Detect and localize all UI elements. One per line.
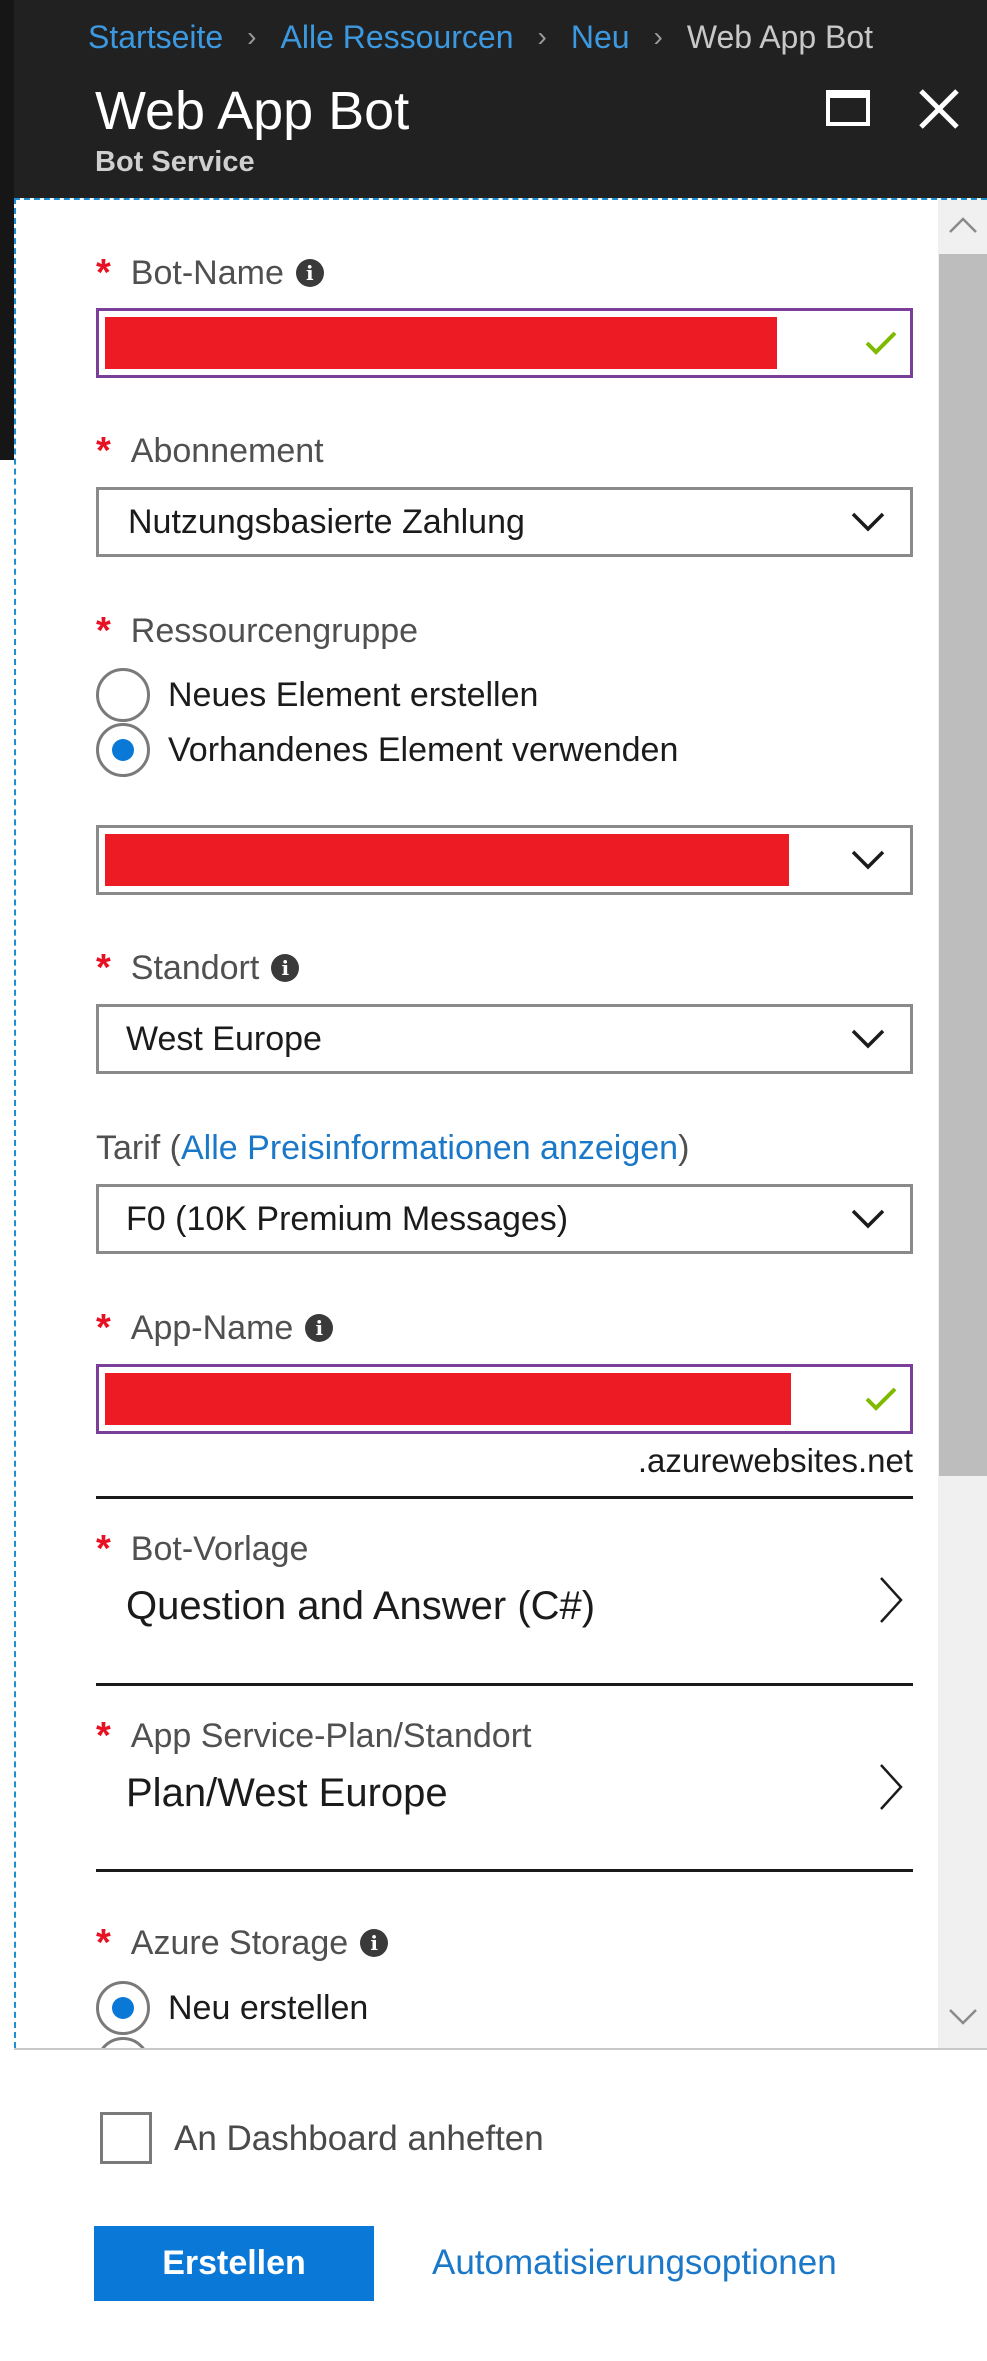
radio-use-existing-storage[interactable] xyxy=(96,2036,150,2048)
required-marker: * xyxy=(96,1528,111,1570)
app-service-plan-label: * App Service-Plan/Standort xyxy=(96,1715,532,1757)
pricing-label: Tarif (Alle Preisinformationen anzeigen) xyxy=(96,1129,690,1167)
bot-template-selector[interactable]: * Bot-Vorlage Question and Answer (C#) xyxy=(96,1526,913,1696)
divider xyxy=(96,1496,913,1499)
blade-footer: An Dashboard anheften Erstellen Automati… xyxy=(14,2048,987,2361)
app-service-plan-selector[interactable]: * App Service-Plan/Standort Plan/West Eu… xyxy=(96,1713,913,1883)
required-marker: * xyxy=(96,1715,111,1757)
location-label: * Standort i xyxy=(96,945,300,991)
info-icon[interactable]: i xyxy=(305,1314,334,1342)
location-select[interactable]: West Europe xyxy=(96,1004,913,1074)
app-name-input[interactable] xyxy=(96,1364,913,1434)
pricing-details-link[interactable]: Alle Preisinformationen anzeigen xyxy=(181,1129,678,1167)
chevron-right-icon xyxy=(880,1577,903,1623)
info-icon[interactable]: i xyxy=(271,954,300,982)
portal-edge xyxy=(0,0,14,460)
redacted-value xyxy=(105,1373,791,1425)
radio-button-selected[interactable] xyxy=(96,1981,150,2035)
radio-button[interactable] xyxy=(96,668,150,722)
divider xyxy=(96,1683,913,1686)
subscription-value: Nutzungsbasierte Zahlung xyxy=(128,503,525,541)
blade-subtitle: Bot Service xyxy=(95,146,255,178)
pin-to-dashboard-label[interactable]: An Dashboard anheften xyxy=(174,2116,544,2162)
radio-button[interactable] xyxy=(96,2037,150,2048)
breadcrumb-all-resources[interactable]: Alle Ressourcen xyxy=(281,19,514,56)
bot-template-value: Question and Answer (C#) xyxy=(126,1584,596,1628)
checkmark-icon xyxy=(865,1387,897,1411)
chevron-down-icon xyxy=(851,512,885,532)
required-marker: * xyxy=(96,1922,111,1964)
resource-group-label: * Ressourcengruppe xyxy=(96,610,419,652)
pin-to-dashboard-checkbox[interactable] xyxy=(100,2112,152,2164)
breadcrumb-new[interactable]: Neu xyxy=(571,19,630,56)
breadcrumb-separator-icon: › xyxy=(653,21,663,52)
close-icon[interactable] xyxy=(916,86,962,132)
app-name-domain-suffix: .azurewebsites.net xyxy=(637,1442,913,1479)
pricing-tier-value: F0 (10K Premium Messages) xyxy=(126,1200,569,1238)
breadcrumb-separator-icon: › xyxy=(247,21,257,52)
redacted-value xyxy=(105,834,789,886)
checkmark-icon xyxy=(865,331,897,355)
bot-name-label: * Bot-Name i xyxy=(96,250,324,296)
required-marker: * xyxy=(96,252,111,294)
scroll-down-icon[interactable] xyxy=(940,1996,986,2036)
breadcrumb: Startseite › Alle Ressourcen › Neu › Web… xyxy=(88,14,873,60)
scrollbar-thumb[interactable] xyxy=(939,254,987,1476)
resource-group-select[interactable] xyxy=(96,825,913,895)
info-icon[interactable]: i xyxy=(360,1929,389,1957)
azure-storage-label: * Azure Storage i xyxy=(96,1920,389,1966)
automation-options-link[interactable]: Automatisierungsoptionen xyxy=(432,2240,837,2286)
create-button[interactable]: Erstellen xyxy=(94,2226,374,2301)
redacted-value xyxy=(105,317,777,369)
pricing-tier-select[interactable]: F0 (10K Premium Messages) xyxy=(96,1184,913,1254)
app-name-label: * App-Name i xyxy=(96,1305,334,1351)
required-marker: * xyxy=(96,1307,111,1349)
required-marker: * xyxy=(96,947,111,989)
blade-title: Web App Bot xyxy=(95,81,410,141)
chevron-down-icon xyxy=(851,850,885,870)
required-marker: * xyxy=(96,430,111,472)
blade-header: Startseite › Alle Ressourcen › Neu › Web… xyxy=(0,0,987,460)
radio-use-existing-resource-group[interactable]: Vorhandenes Element verwenden xyxy=(96,722,678,778)
breadcrumb-home[interactable]: Startseite xyxy=(88,19,223,56)
app-service-plan-value: Plan/West Europe xyxy=(126,1771,448,1815)
chevron-down-icon xyxy=(851,1029,885,1049)
radio-create-new-storage[interactable]: Neu erstellen xyxy=(96,1980,368,2036)
breadcrumb-separator-icon: › xyxy=(537,21,547,52)
info-icon[interactable]: i xyxy=(295,259,324,287)
location-value: West Europe xyxy=(126,1020,322,1058)
divider xyxy=(96,1869,913,1872)
maximize-icon[interactable] xyxy=(826,90,870,126)
subscription-label: * Abonnement xyxy=(96,430,324,472)
bot-template-label: * Bot-Vorlage xyxy=(96,1528,309,1570)
scroll-up-icon[interactable] xyxy=(940,206,986,246)
radio-create-new-resource-group[interactable]: Neues Element erstellen xyxy=(96,667,538,723)
required-marker: * xyxy=(96,610,111,652)
chevron-down-icon xyxy=(851,1209,885,1229)
radio-button-selected[interactable] xyxy=(96,723,150,777)
chevron-right-icon xyxy=(880,1764,903,1810)
subscription-select[interactable]: Nutzungsbasierte Zahlung xyxy=(96,487,913,557)
bot-name-input[interactable] xyxy=(96,308,913,378)
create-form[interactable]: * Bot-Name i * Abonnement Nutzungsbasier… xyxy=(14,198,987,2048)
breadcrumb-current: Web App Bot xyxy=(686,18,874,55)
